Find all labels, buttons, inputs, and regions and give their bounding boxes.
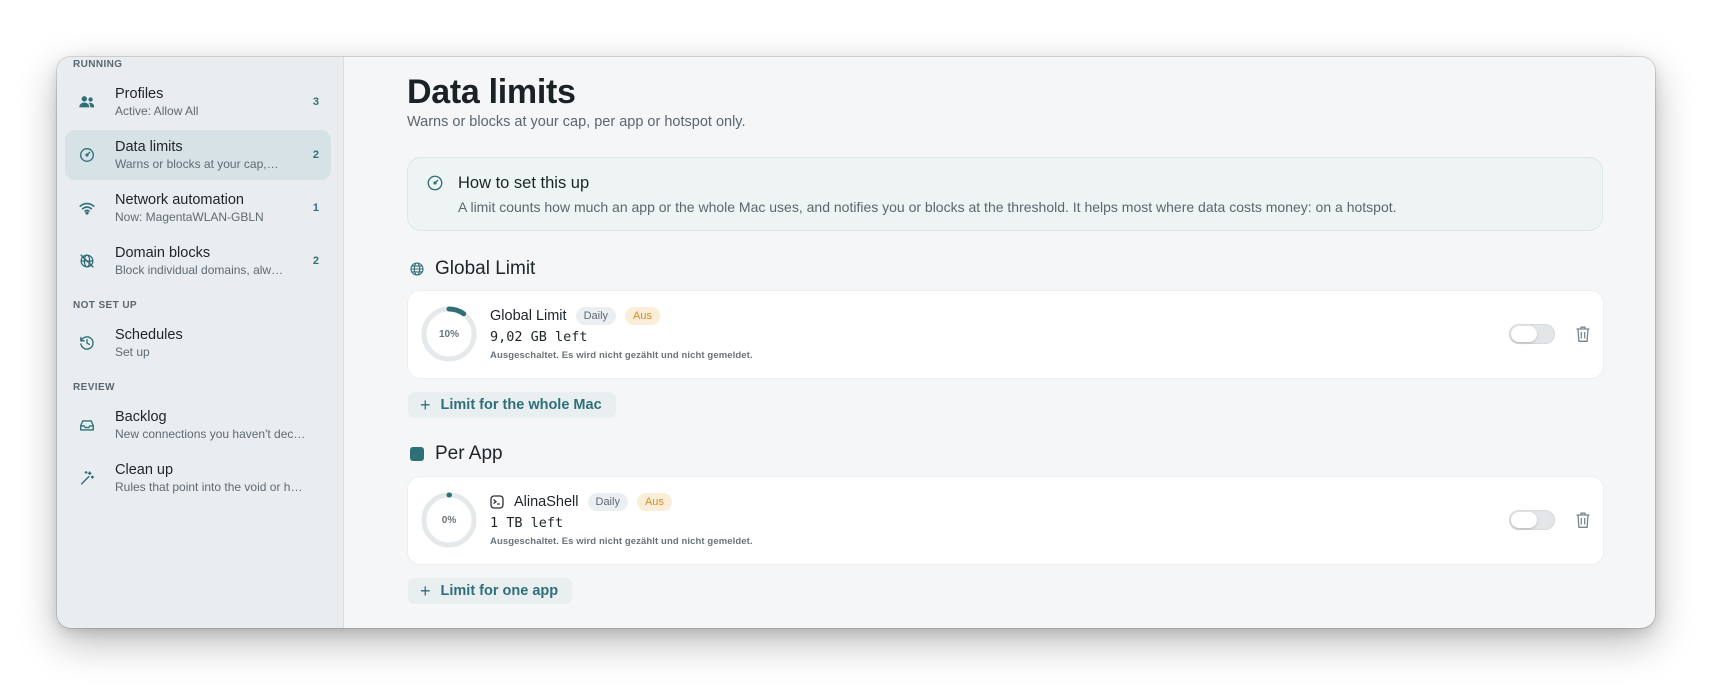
- globe-icon: [409, 261, 425, 277]
- add-button-label: Limit for the whole Mac: [440, 397, 602, 413]
- app-window: RUNNING Profiles Active: Allow All 3 Dat…: [57, 57, 1655, 628]
- period-badge: Daily: [587, 493, 628, 511]
- terminal-app-icon: [490, 495, 504, 509]
- add-button-label: Limit for one app: [440, 583, 559, 599]
- limit-name: Global Limit: [490, 308, 567, 324]
- enable-toggle[interactable]: [1509, 324, 1555, 344]
- add-global-limit-button[interactable]: + Limit for the whole Mac: [408, 392, 616, 418]
- section-header-per-app: Per App: [409, 443, 503, 465]
- period-badge: Daily: [575, 307, 617, 325]
- add-app-limit-button[interactable]: + Limit for one app: [408, 578, 573, 604]
- main-content: Data limits Warns or blocks at your cap,…: [57, 57, 1655, 628]
- howto-text: A limit counts how much an app or the wh…: [458, 199, 1397, 215]
- page-title: Data limits: [407, 73, 576, 111]
- section-title: Global Limit: [435, 258, 536, 279]
- app-square-icon: [409, 446, 425, 462]
- howto-title: How to set this up: [458, 174, 590, 192]
- status-note: Ausgeschaltet. Es wird nicht gezählt und…: [490, 350, 753, 361]
- status-badge: Aus: [636, 493, 672, 511]
- trash-icon[interactable]: [1575, 325, 1591, 343]
- remaining-text: 9,02 GB left: [490, 329, 588, 345]
- limit-name: AlinaShell: [514, 494, 579, 510]
- limit-card-app: 0% AlinaShell Daily Aus 1 TB left Ausges…: [408, 477, 1603, 564]
- section-title: Per App: [435, 443, 503, 464]
- plus-icon: +: [420, 581, 431, 601]
- plus-icon: +: [420, 395, 431, 415]
- status-note: Ausgeschaltet. Es wird nicht gezählt und…: [490, 536, 753, 547]
- page-header: Data limits Warns or blocks at your cap,…: [407, 72, 746, 130]
- remaining-text: 1 TB left: [490, 515, 564, 531]
- trash-icon[interactable]: [1575, 511, 1591, 529]
- status-badge: Aus: [625, 307, 660, 325]
- page-subtitle: Warns or blocks at your cap, per app or …: [407, 114, 746, 130]
- howto-callout: How to set this up A limit counts how mu…: [407, 157, 1603, 231]
- gauge-icon: [426, 174, 444, 192]
- limit-card-global: 10% Global Limit Daily Aus 9,02 GB left …: [408, 291, 1603, 378]
- progress-label: 10%: [438, 328, 459, 340]
- section-header-global: Global Limit: [409, 258, 535, 280]
- progress-label: 0%: [441, 514, 457, 526]
- enable-toggle[interactable]: [1509, 510, 1555, 530]
